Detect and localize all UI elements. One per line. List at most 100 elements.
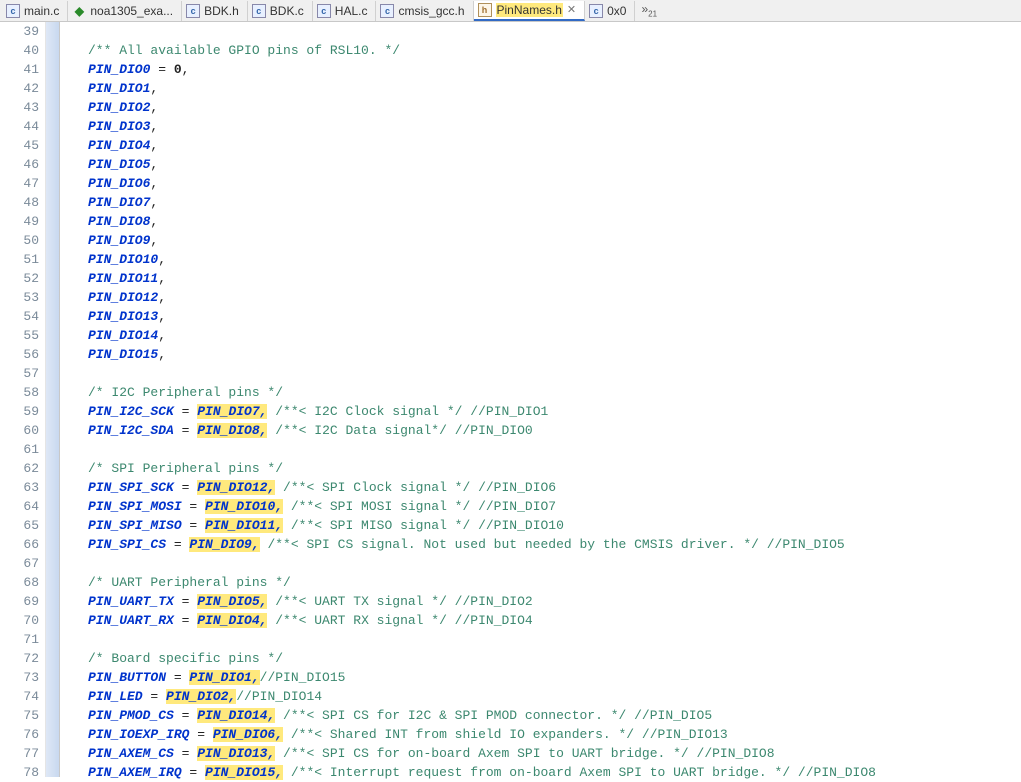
line-number: 51 bbox=[0, 250, 39, 269]
code-token: PIN_DIO7, bbox=[197, 404, 267, 419]
code-line[interactable]: /* Board specific pins */ bbox=[88, 649, 876, 668]
code-line[interactable]: PIN_I2C_SDA = PIN_DIO8, /**< I2C Data si… bbox=[88, 421, 876, 440]
code-token: PIN_DIO12, bbox=[197, 480, 275, 495]
c-file-icon: c bbox=[317, 4, 331, 18]
code-token: , bbox=[150, 119, 158, 134]
code-token: PIN_SPI_CS bbox=[88, 537, 166, 552]
code-line[interactable] bbox=[88, 364, 876, 383]
line-number: 64 bbox=[0, 497, 39, 516]
line-number: 49 bbox=[0, 212, 39, 231]
fold-strip[interactable] bbox=[46, 22, 60, 777]
code-line[interactable]: PIN_UART_TX = PIN_DIO5, /**< UART TX sig… bbox=[88, 592, 876, 611]
code-line[interactable]: PIN_IOEXP_IRQ = PIN_DIO6, /**< Shared IN… bbox=[88, 725, 876, 744]
tab-pinnames-h[interactable]: hPinNames.h✕ bbox=[474, 1, 586, 21]
tab-noa1305-exa-[interactable]: ◆noa1305_exa... bbox=[68, 1, 182, 21]
code-token: , bbox=[158, 328, 166, 343]
code-line[interactable]: /* SPI Peripheral pins */ bbox=[88, 459, 876, 478]
code-token: , bbox=[158, 271, 166, 286]
code-token: , bbox=[150, 81, 158, 96]
code-line[interactable]: PIN_DIO13, bbox=[88, 307, 876, 326]
overflow-count: 21 bbox=[648, 10, 657, 19]
code-token: , bbox=[158, 309, 166, 324]
close-icon[interactable]: ✕ bbox=[567, 3, 576, 16]
code-line[interactable]: PIN_SPI_MISO = PIN_DIO11, /**< SPI MISO … bbox=[88, 516, 876, 535]
code-line[interactable]: PIN_LED = PIN_DIO2,//PIN_DIO14 bbox=[88, 687, 876, 706]
code-line[interactable]: PIN_SPI_SCK = PIN_DIO12, /**< SPI Clock … bbox=[88, 478, 876, 497]
code-token: , bbox=[150, 195, 158, 210]
code-line[interactable]: PIN_SPI_MOSI = PIN_DIO10, /**< SPI MOSI … bbox=[88, 497, 876, 516]
code-token: = bbox=[174, 404, 197, 419]
line-number: 76 bbox=[0, 725, 39, 744]
code-token: /* UART Peripheral pins */ bbox=[88, 575, 291, 590]
code-line[interactable]: PIN_AXEM_IRQ = PIN_DIO15, /**< Interrupt… bbox=[88, 763, 876, 782]
line-number: 68 bbox=[0, 573, 39, 592]
code-line[interactable]: /* UART Peripheral pins */ bbox=[88, 573, 876, 592]
code-line[interactable]: PIN_DIO2, bbox=[88, 98, 876, 117]
tab-overflow-button[interactable]: »21 bbox=[635, 2, 663, 18]
code-line[interactable]: PIN_DIO0 = 0, bbox=[88, 60, 876, 79]
code-line[interactable]: PIN_DIO3, bbox=[88, 117, 876, 136]
line-number: 57 bbox=[0, 364, 39, 383]
h-file-icon: h bbox=[478, 3, 492, 17]
code-line[interactable]: /** All available GPIO pins of RSL10. */ bbox=[88, 41, 876, 60]
code-token: PIN_DIO13 bbox=[88, 309, 158, 324]
code-token: PIN_DIO9, bbox=[189, 537, 259, 552]
tab-hal-c[interactable]: cHAL.c bbox=[313, 1, 377, 21]
code-area[interactable]: /** All available GPIO pins of RSL10. */… bbox=[60, 22, 876, 777]
tab-0x0[interactable]: c0x0 bbox=[585, 1, 635, 21]
code-line[interactable]: PIN_I2C_SCK = PIN_DIO7, /**< I2C Clock s… bbox=[88, 402, 876, 421]
code-token: PIN_DIO14, bbox=[197, 708, 275, 723]
code-token: PIN_SPI_MISO bbox=[88, 518, 182, 533]
code-line[interactable]: PIN_DIO9, bbox=[88, 231, 876, 250]
code-token: , bbox=[150, 176, 158, 191]
code-token: PIN_DIO6 bbox=[88, 176, 150, 191]
code-token: = bbox=[143, 689, 166, 704]
code-line[interactable]: PIN_DIO4, bbox=[88, 136, 876, 155]
code-token: PIN_LED bbox=[88, 689, 143, 704]
code-line[interactable]: PIN_DIO11, bbox=[88, 269, 876, 288]
tab-label: main.c bbox=[24, 4, 59, 18]
line-number: 40 bbox=[0, 41, 39, 60]
code-line[interactable]: /* I2C Peripheral pins */ bbox=[88, 383, 876, 402]
tab-label: cmsis_gcc.h bbox=[398, 4, 464, 18]
code-line[interactable]: PIN_DIO1, bbox=[88, 79, 876, 98]
code-line[interactable]: PIN_PMOD_CS = PIN_DIO14, /**< SPI CS for… bbox=[88, 706, 876, 725]
code-line[interactable]: PIN_DIO10, bbox=[88, 250, 876, 269]
code-line[interactable] bbox=[88, 630, 876, 649]
code-editor[interactable]: 3940414243444546474849505152535455565758… bbox=[0, 22, 1021, 777]
code-line[interactable]: PIN_AXEM_CS = PIN_DIO13, /**< SPI CS for… bbox=[88, 744, 876, 763]
code-line[interactable]: PIN_DIO12, bbox=[88, 288, 876, 307]
code-token: /**< SPI CS for I2C & SPI PMOD connector… bbox=[275, 708, 712, 723]
code-line[interactable]: PIN_DIO8, bbox=[88, 212, 876, 231]
code-line[interactable]: PIN_SPI_CS = PIN_DIO9, /**< SPI CS signa… bbox=[88, 535, 876, 554]
code-line[interactable] bbox=[88, 22, 876, 41]
tab-bdk-h[interactable]: cBDK.h bbox=[182, 1, 248, 21]
code-token: PIN_SPI_MOSI bbox=[88, 499, 182, 514]
tab-cmsis-gcc-h[interactable]: ccmsis_gcc.h bbox=[376, 1, 473, 21]
line-number: 69 bbox=[0, 592, 39, 611]
tab-label: BDK.h bbox=[204, 4, 239, 18]
c-file-icon: c bbox=[6, 4, 20, 18]
code-token: , bbox=[150, 100, 158, 115]
code-line[interactable] bbox=[88, 554, 876, 573]
line-number: 54 bbox=[0, 307, 39, 326]
code-line[interactable]: PIN_UART_RX = PIN_DIO4, /**< UART RX sig… bbox=[88, 611, 876, 630]
code-token: /* SPI Peripheral pins */ bbox=[88, 461, 283, 476]
code-line[interactable]: PIN_DIO7, bbox=[88, 193, 876, 212]
tab-main-c[interactable]: c main.c bbox=[2, 1, 68, 21]
c-file-icon: c bbox=[252, 4, 266, 18]
line-number: 62 bbox=[0, 459, 39, 478]
tab-bdk-c[interactable]: cBDK.c bbox=[248, 1, 313, 21]
code-line[interactable]: PIN_DIO14, bbox=[88, 326, 876, 345]
code-token: , bbox=[158, 252, 166, 267]
code-line[interactable]: PIN_DIO15, bbox=[88, 345, 876, 364]
line-number: 48 bbox=[0, 193, 39, 212]
code-token: , bbox=[150, 214, 158, 229]
line-number: 53 bbox=[0, 288, 39, 307]
line-number: 47 bbox=[0, 174, 39, 193]
code-line[interactable]: PIN_DIO6, bbox=[88, 174, 876, 193]
code-token: /**< SPI MISO signal */ //PIN_DIO10 bbox=[283, 518, 564, 533]
code-line[interactable] bbox=[88, 440, 876, 459]
code-line[interactable]: PIN_DIO5, bbox=[88, 155, 876, 174]
code-line[interactable]: PIN_BUTTON = PIN_DIO1,//PIN_DIO15 bbox=[88, 668, 876, 687]
